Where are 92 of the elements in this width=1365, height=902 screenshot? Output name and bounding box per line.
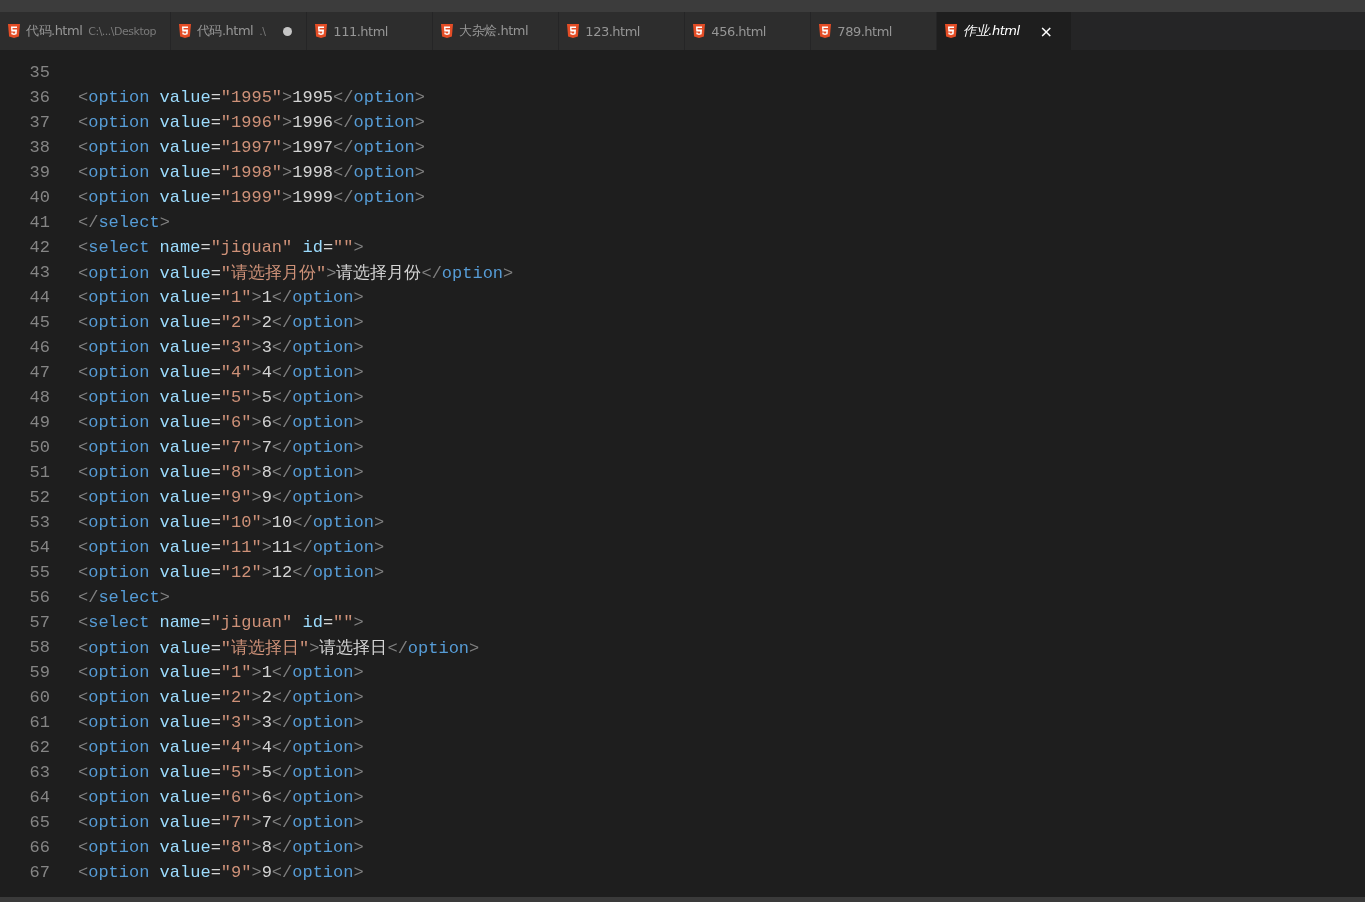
- line-number: 52: [28, 488, 50, 507]
- editor-tab[interactable]: 代码.html .\: [170, 12, 308, 50]
- code-line: <option value="10">10</option>: [78, 513, 385, 532]
- line-number: 51: [28, 463, 50, 482]
- close-button[interactable]: ×: [1035, 21, 1057, 41]
- line-number: 67: [28, 863, 50, 882]
- code-line: <option value="7">7</option>: [78, 438, 364, 457]
- code-line: <option value="4">4</option>: [78, 738, 364, 757]
- code-line: <option value="8">8</option>: [78, 838, 364, 857]
- code-line: <option value="1998">1998</option>: [78, 163, 425, 182]
- line-number: 36: [28, 88, 50, 107]
- code-line: <option value="6">6</option>: [78, 788, 364, 807]
- code-line: <option value="2">2</option>: [78, 688, 364, 707]
- code-line: <option value="6">6</option>: [78, 413, 364, 432]
- html-file-icon: [567, 24, 580, 38]
- html-file-icon: [441, 24, 454, 38]
- html-file-icon: [819, 24, 832, 38]
- line-number: 41: [28, 213, 50, 232]
- code-line: <option value="12">12</option>: [78, 563, 385, 582]
- editor-tab[interactable]: 代码.html C:\...\Desktop: [0, 12, 171, 50]
- code-line: <option value="1">1</option>: [78, 663, 364, 682]
- line-number: 48: [28, 388, 50, 407]
- line-number: 60: [28, 688, 50, 707]
- line-number: 66: [28, 838, 50, 857]
- line-number: 49: [28, 413, 50, 432]
- code-line: <option value="3">3</option>: [78, 338, 364, 357]
- tab-label: 作业.html: [963, 22, 1020, 40]
- editor-tab[interactable]: 大杂烩.html: [433, 12, 560, 50]
- tab-label: 111.html: [333, 23, 388, 39]
- line-number: 35: [28, 63, 50, 82]
- line-number: 64: [28, 788, 50, 807]
- code-line: <option value="4">4</option>: [78, 363, 364, 382]
- line-number: 42: [28, 238, 50, 257]
- line-number: 58: [28, 638, 50, 657]
- code-line: </select>: [78, 213, 170, 232]
- line-number: 50: [28, 438, 50, 457]
- line-number: 43: [28, 263, 50, 282]
- editor-tab[interactable]: 789.html: [811, 12, 938, 50]
- code-line: <option value="2">2</option>: [78, 313, 364, 332]
- tab-label: 代码.html: [26, 22, 83, 40]
- line-number: 63: [28, 763, 50, 782]
- tab-label: 代码.html: [196, 22, 254, 40]
- code-line: <select name="jiguan" id="">: [78, 238, 364, 257]
- line-number: 38: [28, 138, 50, 157]
- line-number: 37: [28, 113, 50, 132]
- tab-path: .\: [259, 24, 266, 38]
- tab-label: 大杂烩.html: [459, 22, 529, 40]
- line-number: 62: [28, 738, 50, 757]
- tab-path: C:\...\Desktop: [88, 24, 156, 38]
- tab-label: 123.html: [585, 23, 640, 39]
- code-line: <option value="3">3</option>: [78, 713, 364, 732]
- tab-label: 789.html: [837, 23, 892, 39]
- line-number: 39: [28, 163, 50, 182]
- html-file-icon: [945, 24, 958, 38]
- code-line: <option value="9">9</option>: [78, 863, 364, 882]
- line-number: 55: [28, 563, 50, 582]
- code-line: <option value="1996">1996</option>: [78, 113, 425, 132]
- code-line: <option value="请选择日">请选择日</option>: [78, 638, 480, 659]
- line-number: 44: [28, 288, 50, 307]
- line-number: 57: [28, 613, 50, 632]
- line-number: 65: [28, 813, 50, 832]
- code-line: <option value="5">5</option>: [78, 388, 364, 407]
- code-line: <option value="1995">1995</option>: [78, 88, 425, 107]
- line-number: 40: [28, 188, 50, 207]
- code-line: </select>: [78, 588, 170, 607]
- code-line: <option value="1997">1997</option>: [78, 138, 425, 157]
- code-line: <option value="请选择月份">请选择月份</option>: [78, 263, 514, 284]
- line-number: 53: [28, 513, 50, 532]
- code-line: <option value="5">5</option>: [78, 763, 364, 782]
- code-line: <option value="7">7</option>: [78, 813, 364, 832]
- editor-tab[interactable]: 111.html: [307, 12, 434, 50]
- code-line: <option value="1">1</option>: [78, 288, 364, 307]
- code-line: <select name="jiguan" id="">: [78, 613, 364, 632]
- code-line: <option value="9">9</option>: [78, 488, 364, 507]
- line-number: 59: [28, 663, 50, 682]
- line-number: 54: [28, 538, 50, 557]
- editor-tab[interactable]: 作业.html ×: [937, 12, 1072, 50]
- line-number: 46: [28, 338, 50, 357]
- line-number: 47: [28, 363, 50, 382]
- code-line: <option value="8">8</option>: [78, 463, 364, 482]
- line-number: 56: [28, 588, 50, 607]
- line-number: 61: [28, 713, 50, 732]
- code-line: <option value="1999">1999</option>: [78, 188, 425, 207]
- html-file-icon: [693, 24, 706, 38]
- html-file-icon: [315, 24, 328, 38]
- editor-tab[interactable]: 123.html: [559, 12, 686, 50]
- editor-tab[interactable]: 456.html: [685, 12, 812, 50]
- code-line: <option value="11">11</option>: [78, 538, 385, 557]
- html-file-icon: [8, 24, 20, 38]
- line-number: 45: [28, 313, 50, 332]
- tab-label: 456.html: [711, 23, 766, 39]
- html-file-icon: [178, 24, 191, 38]
